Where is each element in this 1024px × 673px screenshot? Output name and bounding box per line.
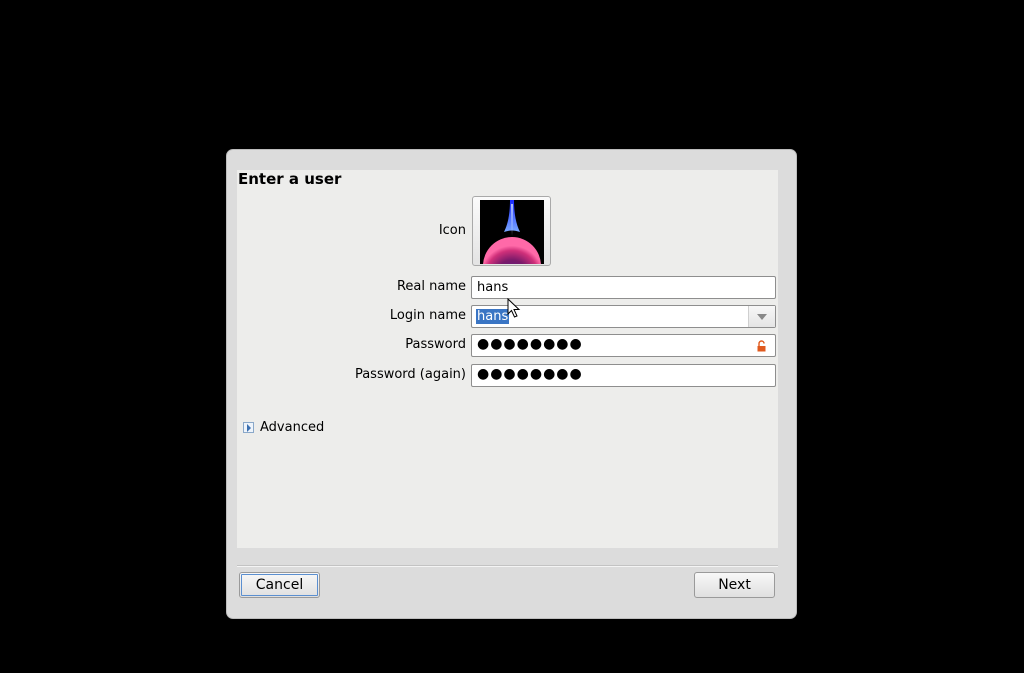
mouse-cursor-icon xyxy=(507,298,521,318)
password-value: ●●●●●●●● xyxy=(477,336,583,352)
add-user-dialog: Enter a user Icon Real name hans Login n… xyxy=(226,149,797,619)
password-again-input[interactable]: ●●●●●●●● xyxy=(471,364,776,387)
advanced-label: Advanced xyxy=(260,420,325,435)
icon-label: Icon xyxy=(438,223,466,238)
login-name-value: hans xyxy=(476,309,510,324)
plasma-globe-icon xyxy=(480,200,544,264)
dialog-title: Enter a user xyxy=(238,170,342,188)
triangle-right-icon xyxy=(243,422,254,433)
password-label: Password xyxy=(405,337,466,352)
password-again-label: Password (again) xyxy=(354,367,466,382)
advanced-expander[interactable]: Advanced xyxy=(243,420,324,435)
user-icon-button[interactable] xyxy=(472,196,551,266)
next-button[interactable]: Next xyxy=(694,572,775,598)
login-name-label: Login name xyxy=(389,308,466,323)
real-name-value: hans xyxy=(477,280,509,295)
real-name-input[interactable]: hans xyxy=(471,276,776,299)
password-input[interactable]: ●●●●●●●● xyxy=(471,334,776,357)
chevron-down-icon[interactable] xyxy=(748,306,775,327)
form-panel: Enter a user Icon Real name hans Login n… xyxy=(237,170,778,548)
real-name-label: Real name xyxy=(396,279,466,294)
cancel-button[interactable]: Cancel xyxy=(239,572,320,598)
button-separator xyxy=(237,565,778,567)
password-again-value: ●●●●●●●● xyxy=(477,366,583,382)
lock-open-icon[interactable] xyxy=(757,340,766,352)
